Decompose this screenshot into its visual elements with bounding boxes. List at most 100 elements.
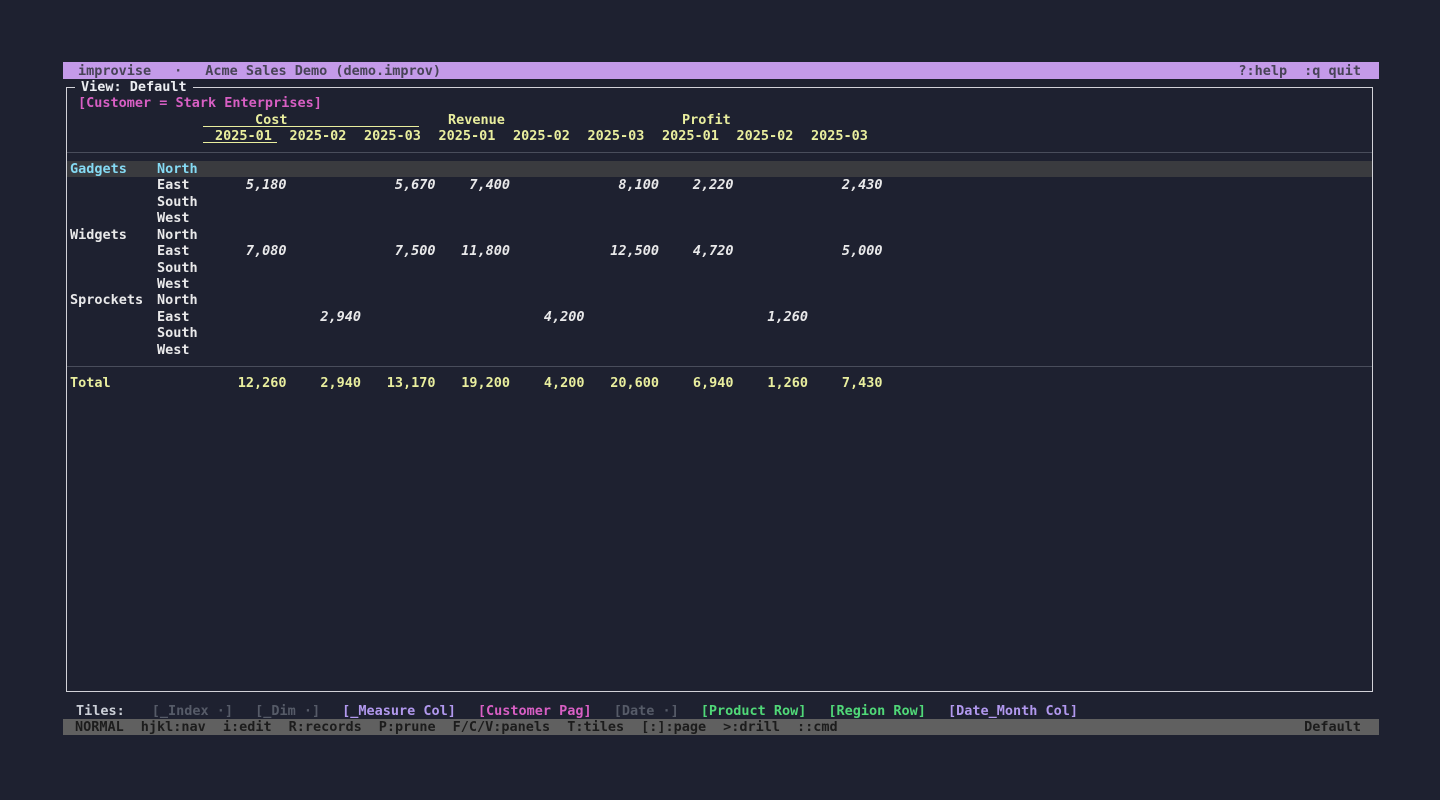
selected-column-underline	[203, 142, 277, 143]
region-cell[interactable]: South	[157, 194, 214, 210]
value-cell[interactable]: 11,800	[438, 243, 513, 259]
region-cell[interactable]: North	[157, 292, 214, 308]
table-row[interactable]: GadgetsNorth	[67, 161, 1372, 177]
region-cell[interactable]: East	[157, 177, 214, 193]
region-cell[interactable]: South	[157, 325, 214, 341]
app-name: improvise	[78, 63, 151, 79]
table-row[interactable]: West	[67, 342, 1372, 358]
status-hint: [:]:page	[641, 719, 706, 735]
tile-customer-page[interactable]: [Customer Pag]	[478, 703, 592, 719]
value-cell[interactable]: 2,430	[810, 177, 885, 193]
measure-header-profit: Profit	[682, 112, 731, 128]
value-cell[interactable]: 5,670	[363, 177, 438, 193]
value-cell[interactable]: 1,260	[736, 309, 811, 325]
region-cell[interactable]: East	[157, 243, 214, 259]
month-header: 2025-03	[810, 128, 885, 144]
status-hint: F/C/V:panels	[453, 719, 551, 735]
title-separator-icon: ·	[174, 63, 182, 79]
month-header: 2025-03	[363, 128, 438, 144]
region-cell[interactable]: West	[157, 210, 214, 226]
pivot-table: [Customer = Stark Enterprises] Cost Reve…	[67, 88, 1372, 391]
total-value-cell: 19,200	[438, 375, 513, 391]
table-row[interactable]: West	[67, 276, 1372, 292]
title-bar-right: ?:help :q quit	[1238, 63, 1361, 79]
table-row[interactable]: South	[67, 194, 1372, 210]
status-hint: R:records	[289, 719, 362, 735]
status-hint: P:prune	[379, 719, 436, 735]
total-value-cell: 7,430	[810, 375, 885, 391]
tile-measure-col[interactable]: [_Measure Col]	[342, 703, 456, 719]
mode-indicator: NORMAL	[75, 719, 124, 735]
value-cell[interactable]: 5,000	[810, 243, 885, 259]
tile-region-row[interactable]: [Region Row]	[828, 703, 926, 719]
total-value-cell: 4,200	[512, 375, 587, 391]
table-row[interactable]: South	[67, 325, 1372, 341]
status-hint: i:edit	[223, 719, 272, 735]
month-header: 2025-01	[438, 128, 513, 144]
title-bar: improvise · Acme Sales Demo (demo.improv…	[63, 62, 1379, 79]
value-cell[interactable]: 7,400	[438, 177, 513, 193]
value-cell[interactable]: 5,180	[214, 177, 289, 193]
total-value-cell: 12,260	[214, 375, 289, 391]
value-cell[interactable]: 8,100	[587, 177, 662, 193]
measure-header-row: Cost Revenue Profit	[67, 111, 1372, 127]
region-cell[interactable]: East	[157, 309, 214, 325]
value-cell[interactable]: 2,220	[661, 177, 736, 193]
total-value-cell: 6,940	[661, 375, 736, 391]
region-cell[interactable]: North	[157, 161, 214, 177]
header-separator	[67, 144, 1372, 160]
help-hint: ?:help	[1238, 63, 1287, 79]
total-value-cell: 20,600	[587, 375, 662, 391]
pivot-table-rows: GadgetsNorthEast5,1805,6707,4008,1002,22…	[67, 161, 1372, 358]
month-header: 2025-02	[289, 128, 364, 144]
month-header: 2025-02	[512, 128, 587, 144]
region-cell[interactable]: South	[157, 260, 214, 276]
table-row[interactable]: West	[67, 210, 1372, 226]
month-header-row: 2025-012025-022025-032025-012025-022025-…	[67, 128, 1372, 144]
table-row[interactable]: East5,180 5,6707,400 8,1002,220 2,430	[67, 177, 1372, 193]
value-cell[interactable]: 7,080	[214, 243, 289, 259]
measure-header-revenue: Revenue	[448, 112, 505, 128]
tile-product-row[interactable]: [Product Row]	[701, 703, 807, 719]
table-row[interactable]: WidgetsNorth	[67, 227, 1372, 243]
status-hint: T:tiles	[567, 719, 624, 735]
quit-hint: :q quit	[1304, 63, 1361, 79]
value-cell[interactable]: 2,940	[289, 309, 364, 325]
view-name-indicator: Default	[1304, 719, 1361, 735]
total-row: Total 12,2602,94013,17019,2004,20020,600…	[67, 374, 1372, 390]
region-cell[interactable]: North	[157, 227, 214, 243]
total-separator	[67, 358, 1372, 374]
table-row[interactable]: East 2,940 4,200 1,260	[67, 309, 1372, 325]
table-row[interactable]: East7,080 7,50011,800 12,5004,720 5,000	[67, 243, 1372, 259]
filter-badge[interactable]: [Customer = Stark Enterprises]	[67, 95, 1372, 111]
status-hint: hjkl:nav	[141, 719, 206, 735]
view-panel: View: Default [Customer = Stark Enterpri…	[66, 87, 1373, 692]
month-header: 2025-02	[736, 128, 811, 144]
tile-date[interactable]: [Date ·]	[614, 703, 679, 719]
status-hint: >:drill	[723, 719, 780, 735]
title-bar-left: improvise · Acme Sales Demo (demo.improv…	[78, 63, 441, 79]
region-cell[interactable]: West	[157, 342, 214, 358]
table-row[interactable]: South	[67, 259, 1372, 275]
tiles-bar: Tiles: [_Index ·] [_Dim ·] [_Measure Col] […	[63, 702, 1078, 719]
tile-date-month-col[interactable]: [Date_Month Col]	[948, 703, 1078, 719]
tile-index[interactable]: [_Index ·]	[152, 703, 233, 719]
value-cell[interactable]: 12,500	[587, 243, 662, 259]
tile-dim[interactable]: [_Dim ·]	[255, 703, 320, 719]
product-cell[interactable]: Gadgets	[67, 161, 157, 177]
total-label: Total	[67, 375, 214, 391]
product-cell[interactable]: Widgets	[67, 227, 157, 243]
status-hint: ::cmd	[797, 719, 838, 735]
product-cell[interactable]: Sprockets	[67, 292, 157, 308]
value-cell[interactable]: 4,720	[661, 243, 736, 259]
window-title: Acme Sales Demo (demo.improv)	[205, 63, 441, 79]
total-value-cell: 1,260	[736, 375, 811, 391]
value-cell[interactable]: 7,500	[363, 243, 438, 259]
table-row[interactable]: SprocketsNorth	[67, 292, 1372, 308]
tiles-bar-label: Tiles:	[63, 703, 125, 719]
month-header: 2025-03	[587, 128, 662, 144]
status-bar: NORMAL hjkl:nav i:edit R:records P:prune F/C…	[63, 719, 1379, 735]
value-cell[interactable]: 4,200	[512, 309, 587, 325]
region-cell[interactable]: West	[157, 276, 214, 292]
total-value-cell: 2,940	[289, 375, 364, 391]
